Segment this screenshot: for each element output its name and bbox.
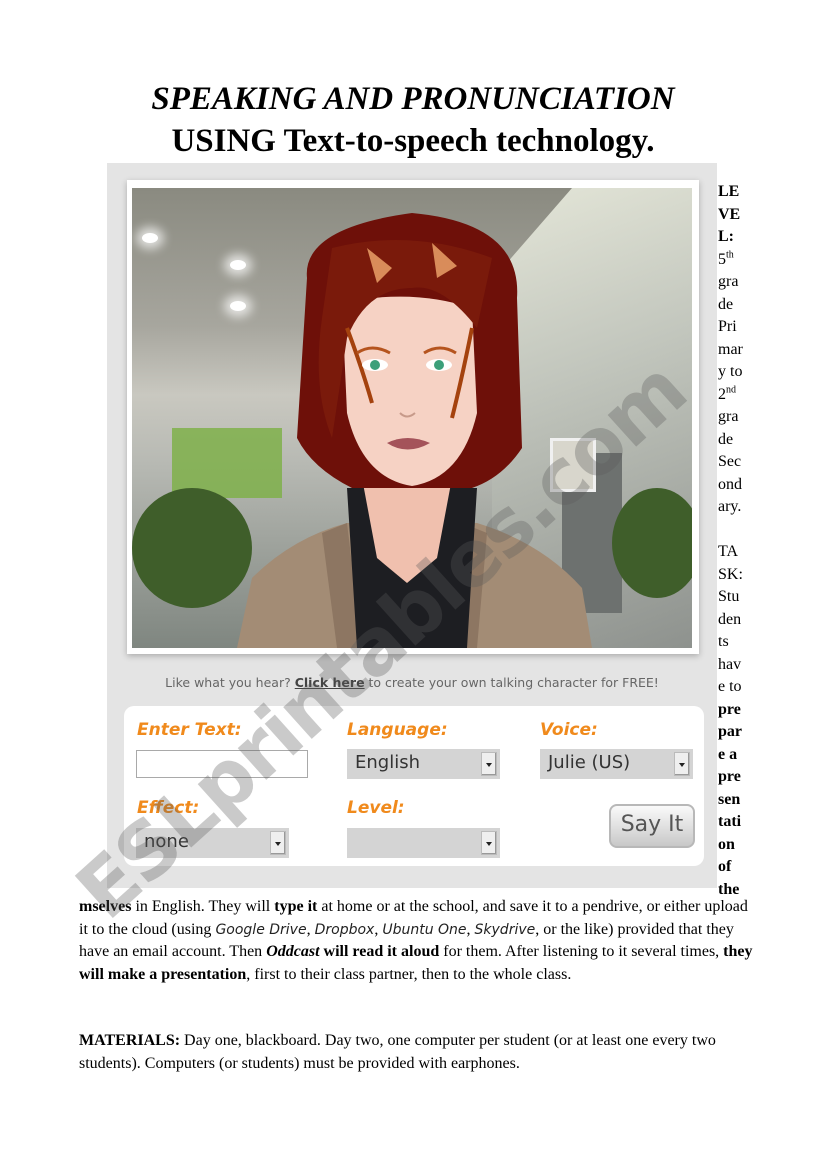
side-column-text: LE VE L: 5th gra de Pri mar y to 2nd gra…: [718, 181, 758, 901]
task-line: hav: [718, 655, 742, 673]
task-line: pre: [718, 700, 741, 718]
effect-select[interactable]: none: [136, 828, 289, 858]
chevron-down-icon[interactable]: [481, 831, 497, 855]
voice-value: Julie (US): [548, 752, 631, 773]
materials-paragraph: MATERIALS: Day one, blackboard. Day two,…: [79, 1032, 716, 1072]
chevron-down-icon[interactable]: [674, 752, 690, 776]
task-paragraph: mselves in English. They will type it at…: [79, 898, 753, 983]
task-line: e to: [718, 678, 742, 695]
task-line: SK:: [718, 565, 743, 583]
level-line: y to: [718, 363, 743, 380]
level-line: 5th: [718, 249, 734, 268]
task-line: ts: [718, 633, 729, 650]
say-it-button[interactable]: Say It: [609, 804, 695, 848]
level-line: de: [718, 295, 734, 313]
document-subtitle: USING Text-to-speech technology.: [171, 123, 655, 159]
promo-prefix: Like what you hear?: [165, 675, 295, 690]
oddcast-text: Oddcast: [266, 943, 320, 960]
level-line: Pri: [718, 318, 737, 335]
level-line: Sec: [718, 453, 742, 470]
materials-label: MATERIALS:: [79, 1032, 181, 1049]
promo-suffix: to create your own talking character for…: [364, 675, 659, 690]
language-select[interactable]: English: [347, 749, 500, 779]
task-line: TA: [718, 543, 739, 560]
voice-label: Voice:: [540, 720, 598, 740]
task-line: Stu: [718, 588, 740, 605]
chevron-down-icon[interactable]: [481, 752, 497, 776]
effect-label: Effect:: [137, 798, 200, 818]
skydrive-text: Skydrive: [474, 921, 536, 938]
level-heading-line: L:: [718, 228, 734, 245]
task-line: den: [718, 610, 742, 628]
level-line: de: [718, 430, 734, 448]
text-to-speech-widget: Like what you hear? Click here to create…: [107, 163, 717, 888]
dropbox-text: Dropbox: [314, 921, 375, 938]
level-line: ond: [718, 475, 742, 493]
chevron-down-icon[interactable]: [270, 831, 286, 855]
document-title: SPEAKING AND PRONUNCIATION: [151, 81, 675, 117]
level-line: gra: [718, 408, 739, 425]
level-line: ary.: [718, 498, 742, 515]
click-here-link[interactable]: Click here: [295, 675, 365, 690]
level-label: Level:: [347, 798, 405, 818]
ubuntu-one-text: Ubuntu One: [382, 921, 467, 938]
language-value: English: [355, 752, 420, 773]
level-line: gra: [718, 273, 739, 290]
voice-select[interactable]: Julie (US): [540, 749, 693, 779]
avatar-frame: [127, 180, 699, 654]
effect-value: none: [144, 831, 189, 852]
avatar-scene: [132, 188, 692, 648]
task-line: sen: [718, 790, 741, 808]
task-line: e a: [718, 745, 738, 763]
task-line: tati: [718, 813, 742, 830]
task-line: of: [718, 858, 732, 875]
promo-text: Like what you hear? Click here to create…: [107, 675, 717, 690]
level-line: 2nd: [718, 384, 736, 403]
controls-panel: Enter Text: Language: English Voice: Jul…: [124, 706, 704, 866]
level-heading-line: LE: [718, 183, 740, 200]
enter-text-label: Enter Text:: [137, 720, 242, 740]
level-heading-line: VE: [718, 205, 741, 223]
google-drive-text: Google Drive: [215, 921, 307, 938]
task-line: pre: [718, 768, 741, 785]
language-label: Language:: [347, 720, 448, 740]
talking-character-avatar[interactable]: [132, 188, 692, 648]
enter-text-input[interactable]: [136, 750, 308, 778]
task-line: on: [718, 835, 735, 853]
level-line: mar: [718, 340, 743, 358]
task-line: par: [718, 723, 742, 740]
level-select[interactable]: [347, 828, 500, 858]
